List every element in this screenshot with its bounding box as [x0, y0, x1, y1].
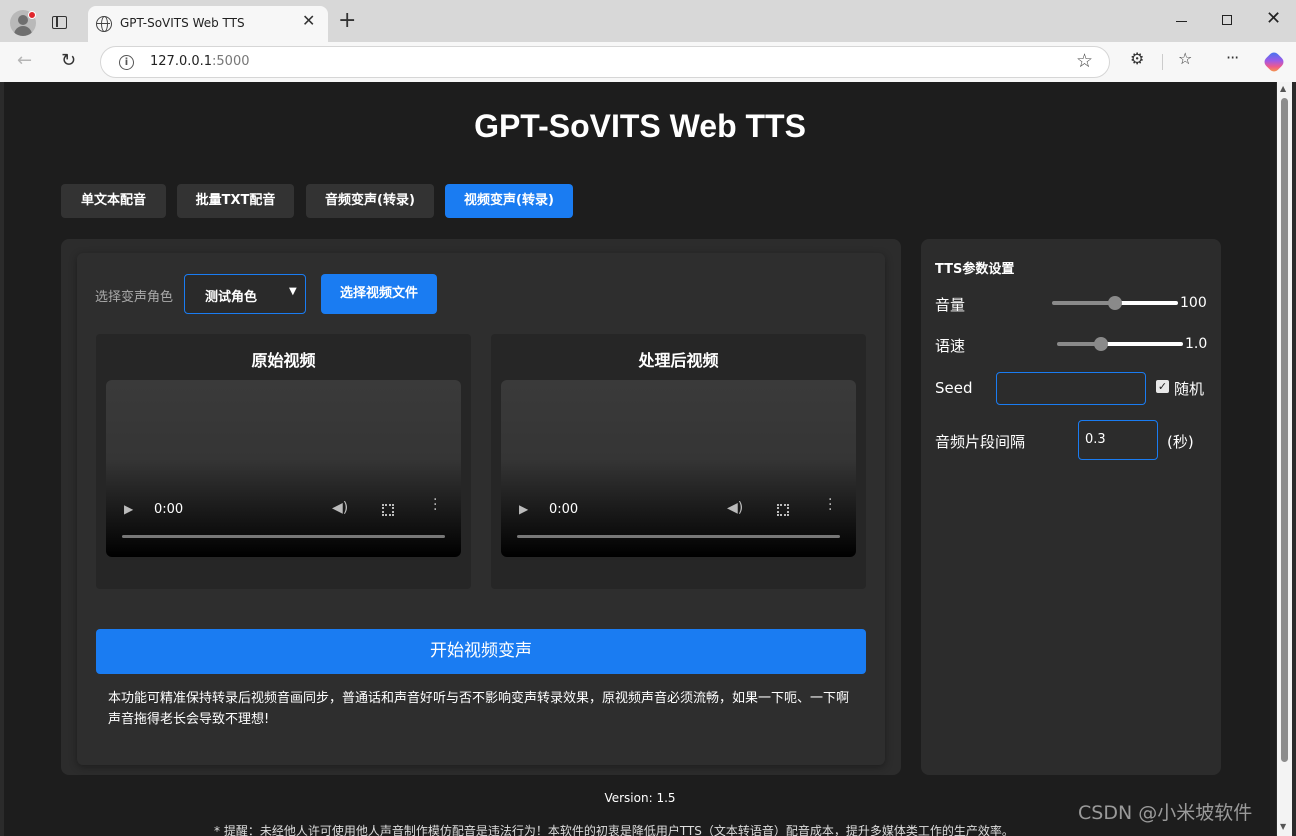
window-close-icon[interactable]: ✕: [1266, 9, 1281, 29]
toolbar-divider: [1162, 54, 1163, 70]
more-vertical-icon[interactable]: · · ·: [828, 493, 834, 517]
video-progress-bar[interactable]: [122, 535, 445, 538]
maximize-icon[interactable]: [1222, 15, 1232, 25]
address-bar[interactable]: i 127.0.0.1:5000 ☆: [100, 46, 1110, 78]
tab-audio-voice-change[interactable]: 音频变声(转录): [306, 184, 434, 218]
start-video-voice-change-button[interactable]: 开始视频变声: [96, 629, 866, 674]
csdn-watermark: CSDN @小米坡软件: [1078, 802, 1253, 824]
speed-value: 1.0: [1185, 336, 1208, 352]
new-tab-icon[interactable]: +: [338, 10, 356, 32]
tts-params-title: TTS参数设置: [935, 262, 1015, 277]
volume-icon[interactable]: ◀): [332, 500, 348, 516]
seed-input[interactable]: [996, 372, 1146, 405]
volume-slider-rest: [1114, 301, 1178, 305]
browser-toolbar: ← ↻ i 127.0.0.1:5000 ☆ ⚙ ☆ ···: [0, 42, 1296, 82]
globe-icon: [96, 16, 112, 32]
speed-slider-rest: [1101, 342, 1183, 346]
video-time: 0:00: [154, 502, 184, 517]
segment-gap-unit: (秒): [1167, 433, 1194, 451]
speed-label: 语速: [935, 337, 966, 355]
tab-video-voice-change[interactable]: 视频变声(转录): [445, 184, 573, 218]
play-icon[interactable]: ▶: [519, 502, 528, 516]
copilot-icon[interactable]: [1262, 50, 1286, 74]
url-text: 127.0.0.1:5000: [150, 54, 250, 69]
feature-note: 本功能可精准保持转录后视频音画同步，普通话和声音好听与否不影响变声转录效果，原视…: [108, 691, 850, 727]
segment-gap-label: 音频片段间隔: [935, 433, 1026, 451]
volume-value: 100: [1180, 295, 1207, 311]
back-arrow-icon[interactable]: ←: [17, 51, 32, 71]
favorites-icon[interactable]: ☆: [1178, 49, 1192, 69]
select-video-file-button[interactable]: 选择视频文件: [321, 274, 437, 314]
reload-icon[interactable]: ↻: [61, 51, 76, 71]
page-scrollbar[interactable]: ▲ ▼: [1277, 82, 1292, 836]
play-icon[interactable]: ▶: [124, 502, 133, 516]
segment-gap-value: 0.3: [1085, 432, 1106, 447]
role-select[interactable]: 测试角色 ▼: [184, 274, 306, 314]
processed-video-card: 处理后视频 ▶ 0:00 ◀) · · ·: [491, 334, 866, 589]
chevron-down-icon: ▼: [289, 286, 297, 297]
role-select-value: 测试角色: [205, 290, 258, 305]
scroll-up-icon[interactable]: ▲: [1280, 84, 1286, 93]
legal-notice: * 提醒：未经他人许可使用他人声音制作模仿配音是违法行为！本软件的初衷是降低用户…: [214, 824, 1014, 836]
browser-titlebar: GPT-SoVITS Web TTS ✕ + ✕: [0, 0, 1296, 42]
random-checkbox[interactable]: ✓: [1156, 380, 1169, 393]
processed-video-title: 处理后视频: [638, 351, 719, 370]
processed-video-player[interactable]: ▶ 0:00 ◀) · · ·: [501, 380, 856, 557]
browser-tab[interactable]: GPT-SoVITS Web TTS ✕: [88, 6, 328, 42]
original-video-player[interactable]: ▶ 0:00 ◀) · · ·: [106, 380, 461, 557]
tab-actions-icon[interactable]: [52, 16, 67, 29]
video-progress-bar[interactable]: [517, 535, 840, 538]
random-label: 随机: [1174, 380, 1205, 398]
video-voice-change-panel: 选择变声角色 测试角色 ▼ 选择视频文件 原始视频 ▶ 0:00 ◀) · · · …: [61, 239, 901, 775]
volume-icon[interactable]: ◀): [727, 500, 743, 516]
tab-single-text[interactable]: 单文本配音: [61, 184, 166, 218]
page-content: GPT-SoVITS Web TTS 单文本配音 批量TXT配音 音频变声(转录…: [4, 82, 1276, 836]
volume-label: 音量: [935, 296, 966, 314]
extensions-icon[interactable]: ⚙: [1130, 49, 1144, 69]
speed-slider-knob[interactable]: [1094, 337, 1108, 351]
page-title: GPT-SoVITS Web TTS: [474, 108, 806, 144]
browser-tab-title: GPT-SoVITS Web TTS: [120, 16, 245, 30]
volume-slider-track: [1052, 301, 1114, 305]
video-time: 0:00: [549, 502, 579, 517]
tts-params-panel: TTS参数设置 音量 100 语速 1.0 Seed ✓ 随机 音频片段间隔 0…: [921, 239, 1221, 775]
more-vertical-icon[interactable]: · · ·: [433, 493, 439, 517]
fullscreen-icon[interactable]: [382, 504, 394, 516]
segment-gap-input[interactable]: 0.3: [1078, 420, 1158, 460]
site-info-icon[interactable]: i: [119, 55, 134, 70]
original-video-title: 原始视频: [251, 351, 316, 370]
notification-dot-icon: [28, 11, 36, 19]
favorite-star-icon[interactable]: ☆: [1076, 50, 1093, 72]
volume-slider-knob[interactable]: [1108, 296, 1122, 310]
more-options-icon[interactable]: ···: [1226, 48, 1239, 68]
minimize-icon[interactable]: [1176, 21, 1187, 22]
seed-label: Seed: [935, 379, 973, 397]
tab-batch-txt[interactable]: 批量TXT配音: [177, 184, 294, 218]
scrollbar-thumb[interactable]: [1281, 98, 1288, 762]
close-tab-icon[interactable]: ✕: [302, 13, 315, 29]
fullscreen-icon[interactable]: [777, 504, 789, 516]
original-video-card: 原始视频 ▶ 0:00 ◀) · · ·: [96, 334, 471, 589]
scroll-down-icon[interactable]: ▼: [1280, 822, 1286, 831]
role-label: 选择变声角色: [95, 290, 174, 305]
